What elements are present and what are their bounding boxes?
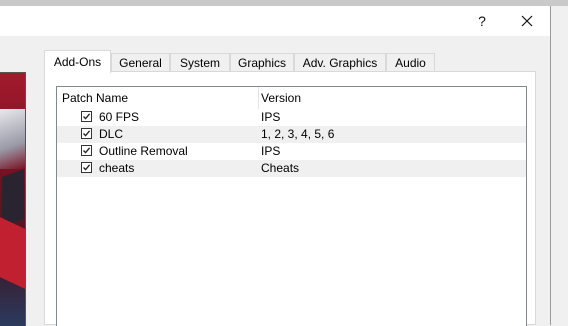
tab-add-ons[interactable]: Add-Ons xyxy=(44,50,111,73)
tab-graphics[interactable]: Graphics xyxy=(230,53,294,72)
column-header-patch-name[interactable]: Patch Name xyxy=(57,87,258,109)
patch-version: IPS xyxy=(261,144,281,158)
list-item[interactable]: 60 FPS IPS xyxy=(57,109,526,126)
game-cover-image xyxy=(0,72,26,326)
tab-adv-graphics[interactable]: Adv. Graphics xyxy=(294,53,386,72)
close-icon xyxy=(521,15,533,27)
tab-system[interactable]: System xyxy=(170,53,230,72)
help-button[interactable]: ? xyxy=(459,6,505,36)
help-label: ? xyxy=(478,13,486,29)
tab-audio[interactable]: Audio xyxy=(386,53,435,72)
tab-label: Add-Ons xyxy=(53,55,102,69)
title-bar: ? xyxy=(0,6,550,36)
tab-label: Audio xyxy=(395,56,426,70)
list-item[interactable]: Outline Removal IPS xyxy=(57,143,526,160)
column-header-label: Patch Name xyxy=(62,91,129,105)
patch-name: 60 FPS xyxy=(99,110,140,124)
patch-name: cheats xyxy=(99,161,135,175)
column-header-version[interactable]: Version xyxy=(256,87,526,109)
tab-label: Adv. Graphics xyxy=(302,56,378,70)
patch-name: Outline Removal xyxy=(99,144,188,158)
checkmark-icon xyxy=(83,147,91,154)
checkmark-icon xyxy=(83,113,91,120)
list-header: Patch Name Version xyxy=(57,87,526,109)
game-properties-dialog: ? Add-Ons General System Graphics Adv. G… xyxy=(0,6,551,326)
checkbox[interactable] xyxy=(81,145,92,156)
patch-list[interactable]: Patch Name Version 60 FPS IPS DLC 1, 2, … xyxy=(56,86,527,326)
patch-version: IPS xyxy=(261,110,281,124)
patch-version: 1, 2, 3, 4, 5, 6 xyxy=(261,127,335,141)
checkbox[interactable] xyxy=(81,162,92,173)
add-ons-panel: Patch Name Version 60 FPS IPS DLC 1, 2, … xyxy=(44,71,536,326)
checkmark-icon xyxy=(83,130,91,137)
checkmark-icon xyxy=(83,164,91,171)
checkbox[interactable] xyxy=(81,128,92,139)
list-item[interactable]: DLC 1, 2, 3, 4, 5, 6 xyxy=(57,126,526,143)
column-header-label: Version xyxy=(261,91,302,105)
checkbox[interactable] xyxy=(81,111,92,122)
close-button[interactable] xyxy=(504,6,550,36)
patch-name: DLC xyxy=(99,127,124,141)
patch-version: Cheats xyxy=(261,161,300,175)
tab-label: General xyxy=(119,56,162,70)
tab-label: System xyxy=(179,56,220,70)
list-item[interactable]: cheats Cheats xyxy=(57,160,526,177)
tab-general[interactable]: General xyxy=(111,53,170,72)
tab-label: Graphics xyxy=(237,56,287,70)
